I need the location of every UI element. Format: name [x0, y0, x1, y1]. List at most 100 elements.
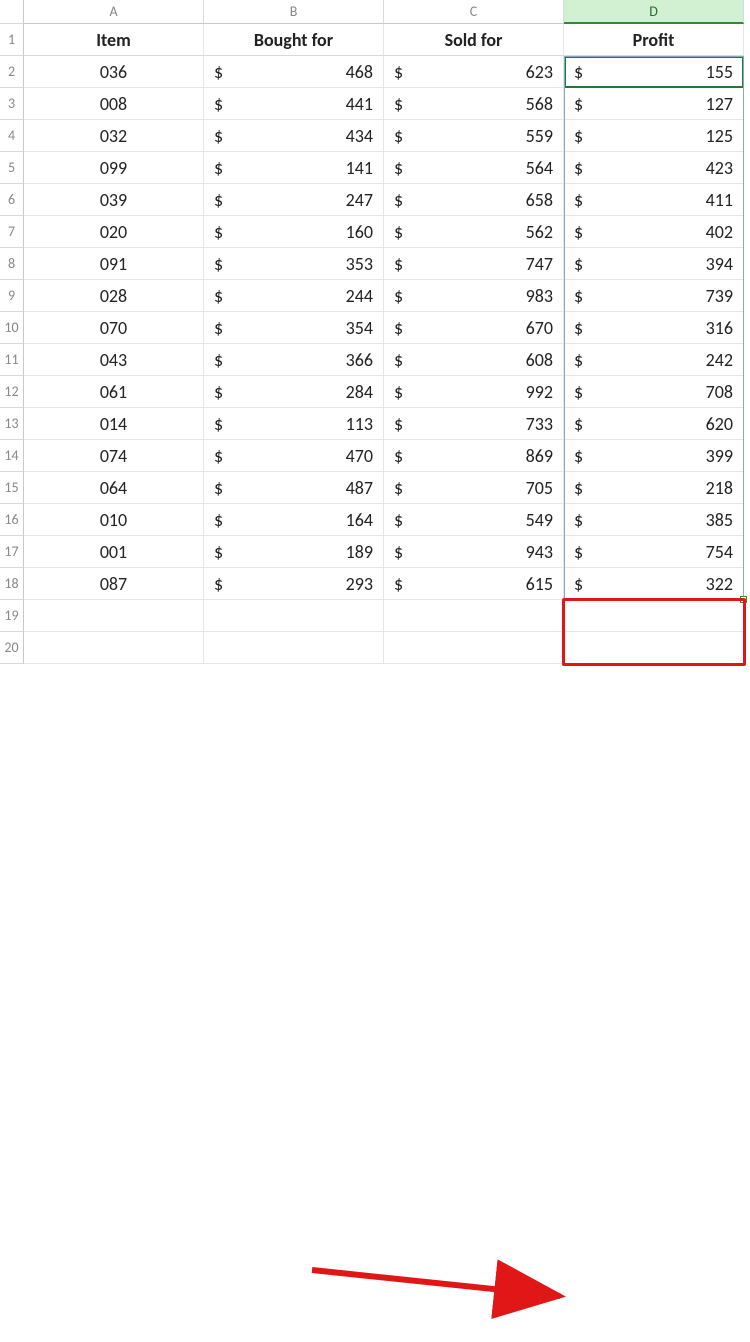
cell-C7[interactable]: $562: [384, 216, 564, 248]
cell-C6[interactable]: $658: [384, 184, 564, 216]
row-header-13[interactable]: 13: [0, 408, 24, 440]
row-header-5[interactable]: 5: [0, 152, 24, 184]
row-header-6[interactable]: 6: [0, 184, 24, 216]
cell-A5[interactable]: 099: [24, 152, 204, 184]
row-header-4[interactable]: 4: [0, 120, 24, 152]
cell-D11[interactable]: $242: [564, 344, 744, 376]
select-all-corner[interactable]: [0, 0, 24, 24]
cell-D18[interactable]: $322: [564, 568, 744, 600]
cell-D13[interactable]: $620: [564, 408, 744, 440]
row-header-7[interactable]: 7: [0, 216, 24, 248]
cell-C4[interactable]: $559: [384, 120, 564, 152]
cell-C9[interactable]: $983: [384, 280, 564, 312]
cell-A4[interactable]: 032: [24, 120, 204, 152]
cell-B10[interactable]: $354: [204, 312, 384, 344]
cell-B16[interactable]: $164: [204, 504, 384, 536]
cell-D9[interactable]: $739: [564, 280, 744, 312]
cell-C19[interactable]: [384, 600, 564, 632]
header-cell-D[interactable]: Profit: [564, 24, 744, 56]
cell-C16[interactable]: $549: [384, 504, 564, 536]
cell-D4[interactable]: $125: [564, 120, 744, 152]
cell-A2[interactable]: 036: [24, 56, 204, 88]
header-cell-C[interactable]: Sold for: [384, 24, 564, 56]
cell-D5[interactable]: $423: [564, 152, 744, 184]
cell-C13[interactable]: $733: [384, 408, 564, 440]
cell-B7[interactable]: $160: [204, 216, 384, 248]
cell-A9[interactable]: 028: [24, 280, 204, 312]
cell-A19[interactable]: [24, 600, 204, 632]
cell-B6[interactable]: $247: [204, 184, 384, 216]
cell-C8[interactable]: $747: [384, 248, 564, 280]
cell-C10[interactable]: $670: [384, 312, 564, 344]
cell-A15[interactable]: 064: [24, 472, 204, 504]
column-header-B[interactable]: B: [204, 0, 384, 24]
cell-A6[interactable]: 039: [24, 184, 204, 216]
cell-D3[interactable]: $127: [564, 88, 744, 120]
cell-B5[interactable]: $141: [204, 152, 384, 184]
row-header-2[interactable]: 2: [0, 56, 24, 88]
row-header-18[interactable]: 18: [0, 568, 24, 600]
row-header-9[interactable]: 9: [0, 280, 24, 312]
cell-A8[interactable]: 091: [24, 248, 204, 280]
row-header-17[interactable]: 17: [0, 536, 24, 568]
cell-C2[interactable]: $623: [384, 56, 564, 88]
cell-A18[interactable]: 087: [24, 568, 204, 600]
row-header-10[interactable]: 10: [0, 312, 24, 344]
cell-A7[interactable]: 020: [24, 216, 204, 248]
cell-B3[interactable]: $441: [204, 88, 384, 120]
cell-C17[interactable]: $943: [384, 536, 564, 568]
cell-B17[interactable]: $189: [204, 536, 384, 568]
row-header-16[interactable]: 16: [0, 504, 24, 536]
cell-B12[interactable]: $284: [204, 376, 384, 408]
cell-C20[interactable]: [384, 632, 564, 664]
cell-D14[interactable]: $399: [564, 440, 744, 472]
cell-D12[interactable]: $708: [564, 376, 744, 408]
cell-B8[interactable]: $353: [204, 248, 384, 280]
cell-D8[interactable]: $394: [564, 248, 744, 280]
cell-A20[interactable]: [24, 632, 204, 664]
cell-C3[interactable]: $568: [384, 88, 564, 120]
cell-B18[interactable]: $293: [204, 568, 384, 600]
cell-B13[interactable]: $113: [204, 408, 384, 440]
cell-D19[interactable]: [564, 600, 744, 632]
row-header-19[interactable]: 19: [0, 600, 24, 632]
cell-B9[interactable]: $244: [204, 280, 384, 312]
cell-B2[interactable]: $468: [204, 56, 384, 88]
cell-B20[interactable]: [204, 632, 384, 664]
cell-B15[interactable]: $487: [204, 472, 384, 504]
column-header-A[interactable]: A: [24, 0, 204, 24]
row-header-20[interactable]: 20: [0, 632, 24, 664]
cell-A10[interactable]: 070: [24, 312, 204, 344]
column-header-D[interactable]: D: [564, 0, 744, 24]
cell-A17[interactable]: 001: [24, 536, 204, 568]
cell-B4[interactable]: $434: [204, 120, 384, 152]
row-header-11[interactable]: 11: [0, 344, 24, 376]
cell-A11[interactable]: 043: [24, 344, 204, 376]
cell-D6[interactable]: $411: [564, 184, 744, 216]
cell-C5[interactable]: $564: [384, 152, 564, 184]
cell-A3[interactable]: 008: [24, 88, 204, 120]
cell-D20[interactable]: [564, 632, 744, 664]
cell-A13[interactable]: 014: [24, 408, 204, 440]
cell-B11[interactable]: $366: [204, 344, 384, 376]
cell-B14[interactable]: $470: [204, 440, 384, 472]
row-header-14[interactable]: 14: [0, 440, 24, 472]
cell-C18[interactable]: $615: [384, 568, 564, 600]
row-header-3[interactable]: 3: [0, 88, 24, 120]
spreadsheet-grid[interactable]: ABCD1ItemBought forSold forProfit2036$46…: [0, 0, 750, 664]
row-header-15[interactable]: 15: [0, 472, 24, 504]
header-cell-B[interactable]: Bought for: [204, 24, 384, 56]
cell-B19[interactable]: [204, 600, 384, 632]
cell-A12[interactable]: 061: [24, 376, 204, 408]
column-header-C[interactable]: C: [384, 0, 564, 24]
cell-D7[interactable]: $402: [564, 216, 744, 248]
row-header-12[interactable]: 12: [0, 376, 24, 408]
cell-D2[interactable]: $155: [564, 56, 744, 88]
cell-C15[interactable]: $705: [384, 472, 564, 504]
header-cell-A[interactable]: Item: [24, 24, 204, 56]
cell-D16[interactable]: $385: [564, 504, 744, 536]
cell-D15[interactable]: $218: [564, 472, 744, 504]
cell-D10[interactable]: $316: [564, 312, 744, 344]
cell-C14[interactable]: $869: [384, 440, 564, 472]
cell-D17[interactable]: $754: [564, 536, 744, 568]
